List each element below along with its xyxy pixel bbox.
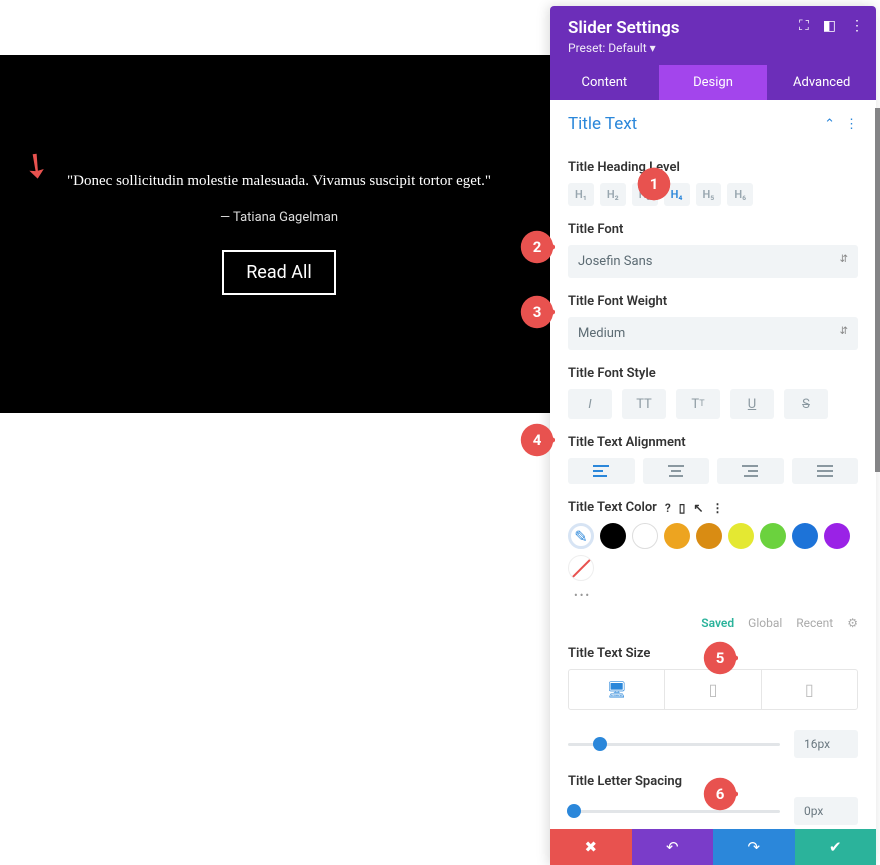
smallcaps-button[interactable]: TT [676, 389, 720, 419]
heading-h5[interactable]: H₅ [696, 183, 722, 206]
font-weight-select[interactable]: Medium [568, 317, 858, 350]
palette-global[interactable]: Global [748, 616, 782, 630]
label-color-text: Title Text Color [568, 500, 657, 515]
close-button[interactable]: ✖ [550, 829, 632, 865]
slider-preview: "Donec sollicitudin molestie malesuada. … [0, 55, 558, 413]
color-white[interactable] [632, 523, 658, 549]
section-header[interactable]: Title Text ⌃ ⋮ [550, 100, 876, 144]
help-icon[interactable]: ? [665, 501, 671, 515]
color-swatches: ✎ [568, 523, 858, 581]
size-slider-row: 16px [568, 730, 858, 758]
letterspacing-slider-thumb[interactable] [567, 804, 581, 818]
letterspacing-value[interactable]: 0px [794, 797, 858, 825]
heading-h1[interactable]: H₁ [568, 183, 594, 206]
align-left[interactable] [568, 458, 635, 484]
panel-footer: ✖ ↶ ↷ ✔ [550, 829, 876, 865]
expand-icon[interactable]: ⛶ [799, 18, 809, 34]
collapse-icon[interactable]: ⌃ [824, 117, 835, 132]
color-yellow[interactable] [728, 523, 754, 549]
settings-tabs: Content Design Advanced [550, 65, 876, 100]
kebab-icon[interactable]: ⋮ [850, 18, 864, 34]
heading-level-group: H₁ H₂ H₃ H₄ H₅ H₆ [568, 183, 858, 206]
color-picker-button[interactable]: ✎ [568, 523, 594, 549]
phone-icon[interactable]: ▯ [679, 501, 686, 515]
palette-settings-icon[interactable]: ⚙ [847, 616, 858, 630]
color-blue[interactable] [792, 523, 818, 549]
color-dkorange[interactable] [696, 523, 722, 549]
annotation-pin-1: 1 [636, 166, 672, 202]
section-menu-icon[interactable]: ⋮ [845, 117, 858, 132]
palette-recent[interactable]: Recent [796, 616, 833, 630]
redo-button[interactable]: ↷ [713, 829, 795, 865]
scrollbar-thumb[interactable] [875, 108, 880, 472]
alignment-group [568, 458, 858, 484]
section-title: Title Text [568, 114, 637, 134]
heading-h6[interactable]: H₆ [727, 183, 753, 206]
panel-header: Slider Settings Preset: Default ▾ ⛶ ◧ ⋮ [550, 6, 876, 65]
color-orange[interactable] [664, 523, 690, 549]
label-font-weight: Title Font Weight [568, 294, 858, 309]
device-desktop[interactable]: 🖥 [569, 670, 665, 709]
label-color: Title Text Color ? ▯ ↖ ⋮ [568, 500, 858, 515]
annotation-pin-4: 4 [519, 422, 555, 458]
color-none[interactable] [568, 555, 594, 581]
align-right[interactable] [717, 458, 784, 484]
annotation-pin-6: 6 [702, 776, 738, 812]
tab-content[interactable]: Content [550, 65, 659, 100]
italic-button[interactable]: I [568, 389, 612, 419]
color-black[interactable] [600, 523, 626, 549]
tab-design[interactable]: Design [659, 65, 768, 100]
annotation-pin-2: 2 [519, 229, 555, 265]
annotation-pin-5: 5 [702, 640, 738, 676]
annotation-pin-3: 3 [519, 294, 555, 330]
uppercase-button[interactable]: TT [622, 389, 666, 419]
color-more-icon[interactable]: ••• [574, 589, 858, 602]
device-phone[interactable]: ▯ [762, 670, 857, 709]
cursor-icon[interactable]: ↖ [693, 501, 703, 515]
align-center[interactable] [643, 458, 710, 484]
color-menu-icon[interactable]: ⋮ [711, 501, 723, 515]
panel-body: Title Heading Level H₁ H₂ H₃ H₄ H₅ H₆ Ti… [550, 144, 876, 829]
settings-panel: Slider Settings Preset: Default ▾ ⛶ ◧ ⋮ … [550, 6, 876, 865]
label-alignment: Title Text Alignment [568, 435, 858, 450]
label-font: Title Font [568, 222, 858, 237]
tab-advanced[interactable]: Advanced [767, 65, 876, 100]
panel-preset[interactable]: Preset: Default ▾ [568, 41, 858, 55]
font-style-group: I TT TT U S [568, 389, 858, 419]
slide-author: — Tatiana Gagelman [220, 210, 338, 225]
color-purple[interactable] [824, 523, 850, 549]
size-value[interactable]: 16px [794, 730, 858, 758]
letterspacing-slider[interactable] [568, 810, 780, 813]
palette-saved[interactable]: Saved [701, 616, 734, 630]
save-button[interactable]: ✔ [795, 829, 877, 865]
color-green[interactable] [760, 523, 786, 549]
heading-h2[interactable]: H₂ [600, 183, 626, 206]
strikethrough-button[interactable]: S [784, 389, 828, 419]
read-all-button[interactable]: Read All [222, 250, 336, 295]
color-palette-tabs: Saved Global Recent ⚙ [568, 616, 858, 630]
column-icon[interactable]: ◧ [823, 18, 836, 34]
font-select[interactable]: Josefin Sans [568, 245, 858, 278]
size-slider[interactable] [568, 743, 780, 746]
size-slider-thumb[interactable] [593, 737, 607, 751]
label-font-style: Title Font Style [568, 366, 858, 381]
label-heading-level: Title Heading Level [568, 160, 858, 175]
align-justify[interactable] [792, 458, 859, 484]
slide-quote: "Donec sollicitudin molestie malesuada. … [37, 173, 521, 190]
underline-button[interactable]: U [730, 389, 774, 419]
undo-button[interactable]: ↶ [632, 829, 714, 865]
